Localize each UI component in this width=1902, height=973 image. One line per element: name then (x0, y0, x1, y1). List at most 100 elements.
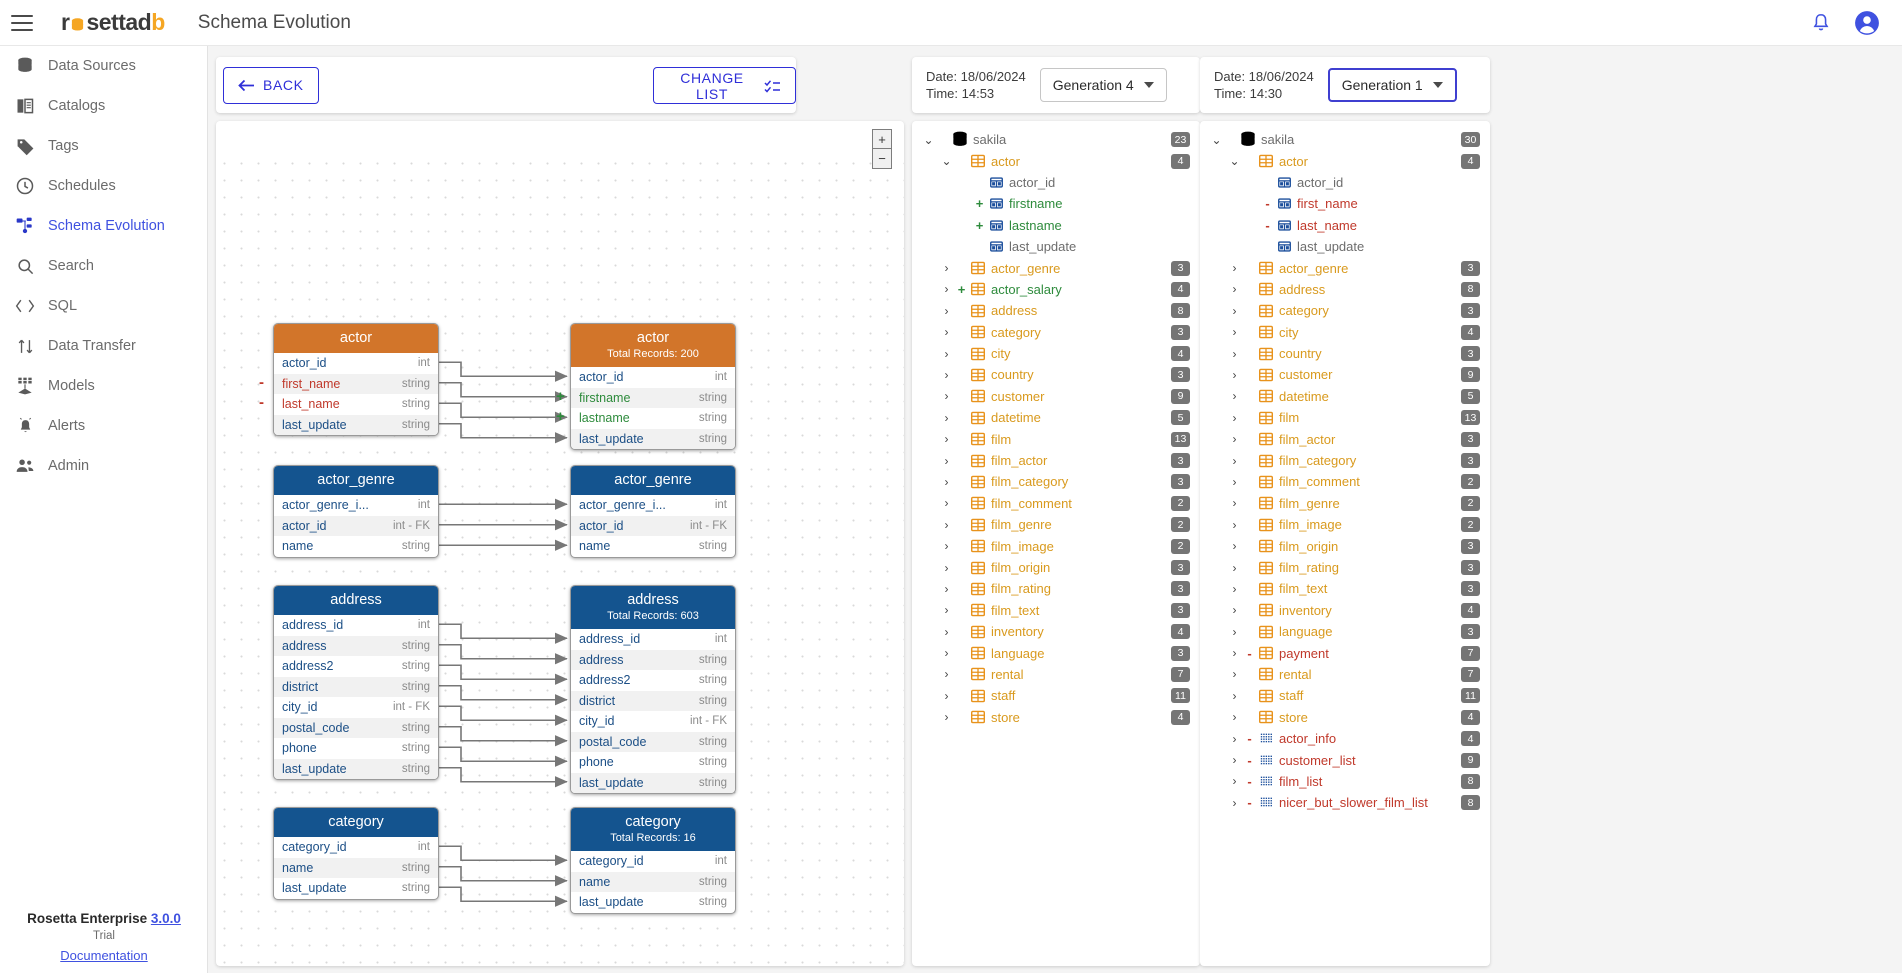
tree-node-film-origin[interactable]: ›film_origin3 (912, 557, 1200, 578)
er-table-left-actor_genre[interactable]: actor_genreactor_genre_i...intactor_idin… (273, 465, 439, 558)
sidebar-item-schedules[interactable]: Schedules (0, 166, 207, 206)
chevron-down-icon[interactable]: ⌄ (1226, 154, 1243, 168)
chevron-right-icon[interactable]: › (938, 282, 955, 296)
chevron-right-icon[interactable]: › (1226, 282, 1243, 296)
tree-node-rental[interactable]: ›rental7 (912, 664, 1200, 685)
er-table-right-actor_genre[interactable]: actor_genreactor_genre_i...intactor_idin… (570, 465, 736, 558)
tree-node-payment[interactable]: ›-payment7 (1200, 642, 1490, 663)
generation-right-select[interactable]: Generation 1 (1328, 68, 1457, 102)
tree-node-address[interactable]: ›address8 (1200, 279, 1490, 300)
tree-node-film-image[interactable]: ›film_image2 (1200, 514, 1490, 535)
chevron-right-icon[interactable]: › (938, 432, 955, 446)
tree-node-inventory[interactable]: ›inventory4 (1200, 600, 1490, 621)
tree-node-film-comment[interactable]: ›film_comment2 (912, 493, 1200, 514)
tree-node-datetime[interactable]: ›datetime5 (912, 407, 1200, 428)
tree-node-city[interactable]: ›city4 (1200, 322, 1490, 343)
chevron-right-icon[interactable]: › (1226, 389, 1243, 403)
chevron-down-icon[interactable]: ⌄ (1208, 133, 1225, 147)
chevron-right-icon[interactable]: › (1226, 539, 1243, 553)
chevron-right-icon[interactable]: › (1226, 710, 1243, 724)
user-avatar[interactable] (1854, 10, 1880, 36)
chevron-right-icon[interactable]: › (938, 454, 955, 468)
sidebar-item-admin[interactable]: Admin (0, 446, 207, 486)
chevron-right-icon[interactable]: › (938, 625, 955, 639)
tree-node-customer-list[interactable]: ›-customer_list9 (1200, 749, 1490, 770)
tree-node-first-name[interactable]: -first_name (1200, 193, 1490, 214)
er-table-left-address[interactable]: addressaddress_idintaddressstringaddress… (273, 585, 439, 780)
tree-node-film-rating[interactable]: ›film_rating3 (912, 578, 1200, 599)
tree-node-film-text[interactable]: ›film_text3 (1200, 578, 1490, 599)
generation-right-tree-panel[interactable]: ⌄sakila30⌄actor4actor_id-first_name-last… (1200, 121, 1490, 966)
tree-node-inventory[interactable]: ›inventory4 (912, 621, 1200, 642)
tree-node-film-genre[interactable]: ›film_genre2 (912, 514, 1200, 535)
generation-left-tree-panel[interactable]: ⌄sakila23⌄actor4actor_id+firstname+lastn… (912, 121, 1200, 966)
chevron-right-icon[interactable]: › (938, 475, 955, 489)
tree-node-actor-salary[interactable]: ›+actor_salary4 (912, 279, 1200, 300)
version-link[interactable]: 3.0.0 (151, 911, 181, 926)
tree-node-staff[interactable]: ›staff11 (1200, 685, 1490, 706)
tree-node-customer[interactable]: ›customer9 (912, 386, 1200, 407)
chevron-right-icon[interactable]: › (938, 389, 955, 403)
chevron-right-icon[interactable]: › (1226, 603, 1243, 617)
tree-node-staff[interactable]: ›staff11 (912, 685, 1200, 706)
chevron-right-icon[interactable]: › (1226, 411, 1243, 425)
chevron-right-icon[interactable]: › (938, 304, 955, 318)
chevron-right-icon[interactable]: › (1226, 261, 1243, 275)
tree-node-film-rating[interactable]: ›film_rating3 (1200, 557, 1490, 578)
tree-node-lastname[interactable]: +lastname (912, 215, 1200, 236)
chevron-right-icon[interactable]: › (938, 496, 955, 510)
chevron-right-icon[interactable]: › (938, 347, 955, 361)
tree-node-store[interactable]: ›store4 (912, 707, 1200, 728)
chevron-right-icon[interactable]: › (1226, 625, 1243, 639)
chevron-right-icon[interactable]: › (1226, 561, 1243, 575)
sidebar-item-schema-evolution[interactable]: Schema Evolution (0, 206, 207, 246)
tree-node-datetime[interactable]: ›datetime5 (1200, 386, 1490, 407)
chevron-right-icon[interactable]: › (1226, 646, 1243, 660)
change-list-button[interactable]: CHANGE LIST (653, 67, 796, 104)
chevron-right-icon[interactable]: › (1226, 667, 1243, 681)
generation-right-tree[interactable]: ⌄sakila30⌄actor4actor_id-first_name-last… (1200, 121, 1490, 966)
tree-node-country[interactable]: ›country3 (912, 364, 1200, 385)
chevron-right-icon[interactable]: › (938, 689, 955, 703)
chevron-right-icon[interactable]: › (1226, 368, 1243, 382)
notifications-bell-icon[interactable] (1810, 12, 1832, 34)
back-button[interactable]: BACK (223, 67, 319, 104)
chevron-right-icon[interactable]: › (938, 710, 955, 724)
tree-node-rental[interactable]: ›rental7 (1200, 664, 1490, 685)
tree-node-city[interactable]: ›city4 (912, 343, 1200, 364)
sidebar-item-models[interactable]: Models (0, 366, 207, 406)
tree-node-film-category[interactable]: ›film_category3 (1200, 450, 1490, 471)
sidebar-item-catalogs[interactable]: Catalogs (0, 86, 207, 126)
chevron-right-icon[interactable]: › (938, 646, 955, 660)
chevron-right-icon[interactable]: › (1226, 753, 1243, 767)
tree-node-nicer-but-slower-film-list[interactable]: ›-nicer_but_slower_film_list8 (1200, 792, 1490, 813)
er-table-left-actor[interactable]: actoractor_idintfirst_namestringlast_nam… (273, 323, 439, 436)
tree-node-film[interactable]: ›film13 (912, 428, 1200, 449)
sidebar-item-sql[interactable]: SQL (0, 286, 207, 326)
chevron-right-icon[interactable]: › (1226, 432, 1243, 446)
chevron-right-icon[interactable]: › (938, 261, 955, 275)
sidebar-item-data-sources[interactable]: Data Sources (0, 46, 207, 86)
er-table-right-address[interactable]: addressTotal Records: 603address_idintad… (570, 585, 736, 794)
chevron-right-icon[interactable]: › (1226, 582, 1243, 596)
tree-node-film-text[interactable]: ›film_text3 (912, 600, 1200, 621)
chevron-right-icon[interactable]: › (938, 561, 955, 575)
chevron-right-icon[interactable]: › (938, 368, 955, 382)
chevron-right-icon[interactable]: › (1226, 518, 1243, 532)
tree-node-category[interactable]: ›category3 (1200, 300, 1490, 321)
tree-node-film-actor[interactable]: ›film_actor3 (1200, 428, 1490, 449)
chevron-right-icon[interactable]: › (1226, 774, 1243, 788)
tree-node-film-comment[interactable]: ›film_comment2 (1200, 471, 1490, 492)
tree-node-last-update[interactable]: last_update (1200, 236, 1490, 257)
tree-node-sakila[interactable]: ⌄sakila30 (1200, 129, 1490, 150)
chevron-right-icon[interactable]: › (938, 539, 955, 553)
zoom-out-button[interactable]: − (872, 149, 892, 169)
chevron-right-icon[interactable]: › (1226, 496, 1243, 510)
tree-node-sakila[interactable]: ⌄sakila23 (912, 129, 1200, 150)
tree-node-last-name[interactable]: -last_name (1200, 215, 1490, 236)
tree-node-actor[interactable]: ⌄actor4 (912, 150, 1200, 171)
er-table-left-category[interactable]: categorycategory_idintnamestringlast_upd… (273, 807, 439, 900)
chevron-right-icon[interactable]: › (938, 325, 955, 339)
menu-toggle-button[interactable] (11, 15, 33, 31)
er-table-right-category[interactable]: categoryTotal Records: 16category_idintn… (570, 807, 736, 914)
